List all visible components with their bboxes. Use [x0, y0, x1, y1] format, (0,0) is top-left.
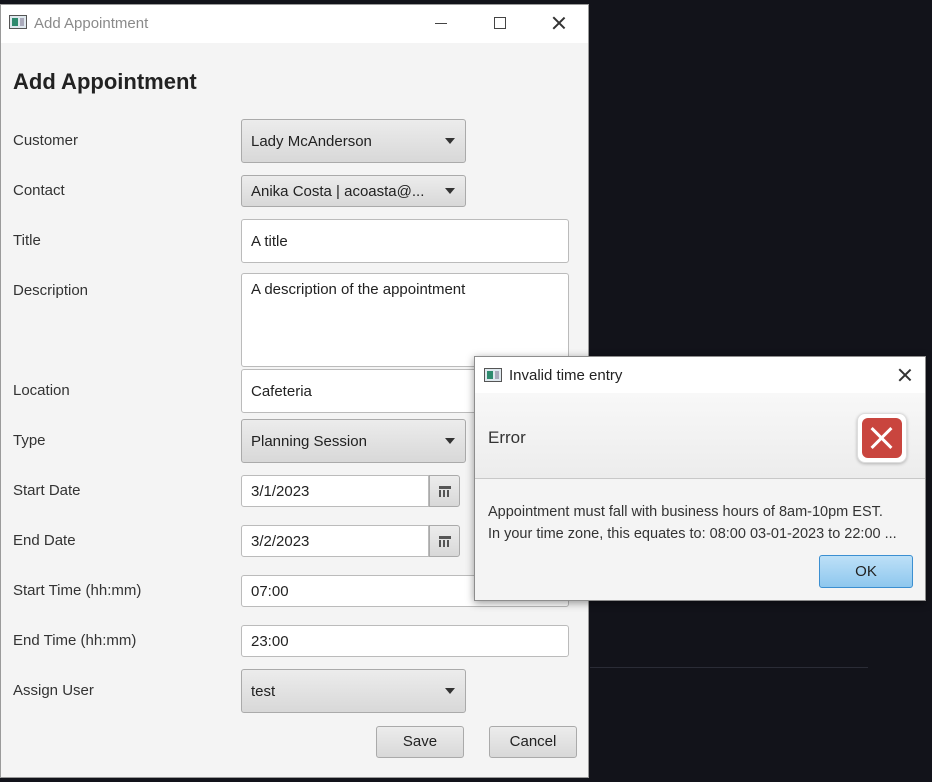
ok-button[interactable]: OK: [819, 555, 913, 588]
contact-select[interactable]: Anika Costa | acoasta@...: [241, 175, 466, 207]
error-icon: [857, 413, 907, 463]
type-label: Type: [13, 432, 46, 449]
end-date-input[interactable]: 3/2/2023: [241, 525, 429, 557]
end-time-input[interactable]: 23:00: [241, 625, 569, 657]
description-label: Description: [13, 282, 89, 299]
dialog-header-text: Error: [488, 428, 526, 447]
app-icon: [9, 15, 27, 29]
chevron-down-icon: [445, 138, 455, 144]
dialog-close-button[interactable]: [893, 363, 917, 387]
chevron-down-icon: [445, 188, 455, 194]
end-time-label: End Time (hh:mm): [13, 632, 137, 649]
dialog-message: Appointment must fall with business hour…: [488, 501, 913, 545]
end-date-picker-button[interactable]: [429, 525, 460, 557]
background-divider: [590, 667, 868, 668]
assign-user-label: Assign User: [13, 682, 94, 699]
contact-value: Anika Costa | acoasta@...: [251, 182, 425, 200]
app-icon: [484, 368, 502, 382]
close-button[interactable]: [547, 11, 571, 35]
assign-user-value: test: [251, 682, 276, 700]
start-date-label: Start Date: [13, 482, 81, 499]
calendar-icon: [439, 486, 451, 497]
maximize-icon: [494, 17, 506, 29]
minimize-button[interactable]: [429, 11, 453, 35]
end-date-label: End Date: [13, 532, 76, 549]
customer-select[interactable]: Lady McAnderson: [241, 119, 466, 163]
chevron-down-icon: [445, 438, 455, 444]
save-button[interactable]: Save: [376, 726, 464, 758]
chevron-down-icon: [445, 688, 455, 694]
dialog-message-line1: Appointment must fall with business hour…: [488, 504, 883, 520]
maximize-button[interactable]: [488, 11, 512, 35]
calendar-icon: [439, 536, 451, 547]
dialog-header: Error: [475, 393, 925, 479]
dialog-message-line2: In your time zone, this equates to: 08:0…: [488, 526, 897, 542]
customer-label: Customer: [13, 132, 79, 149]
location-label: Location: [13, 382, 70, 399]
window-title: Add Appointment: [34, 15, 149, 32]
minimize-icon: [435, 23, 447, 24]
cancel-button[interactable]: Cancel: [489, 726, 577, 758]
window-titlebar[interactable]: Add Appointment: [1, 5, 588, 43]
start-time-label: Start Time (hh:mm): [13, 582, 142, 599]
start-date-picker-button[interactable]: [429, 475, 460, 507]
type-select[interactable]: Planning Session: [241, 419, 466, 463]
type-value: Planning Session: [251, 432, 367, 450]
title-label: Title: [13, 232, 41, 249]
description-textarea[interactable]: A description of the appointment: [241, 273, 569, 367]
start-date-input[interactable]: 3/1/2023: [241, 475, 429, 507]
title-input[interactable]: A title: [241, 219, 569, 263]
assign-user-select[interactable]: test: [241, 669, 466, 713]
page-title: Add Appointment: [13, 69, 197, 94]
customer-value: Lady McAnderson: [251, 132, 372, 150]
dialog-titlebar[interactable]: Invalid time entry: [475, 357, 925, 393]
contact-label: Contact: [13, 182, 65, 199]
invalid-time-dialog: Invalid time entry Error Appointment mus…: [474, 356, 926, 601]
dialog-title: Invalid time entry: [509, 367, 623, 384]
